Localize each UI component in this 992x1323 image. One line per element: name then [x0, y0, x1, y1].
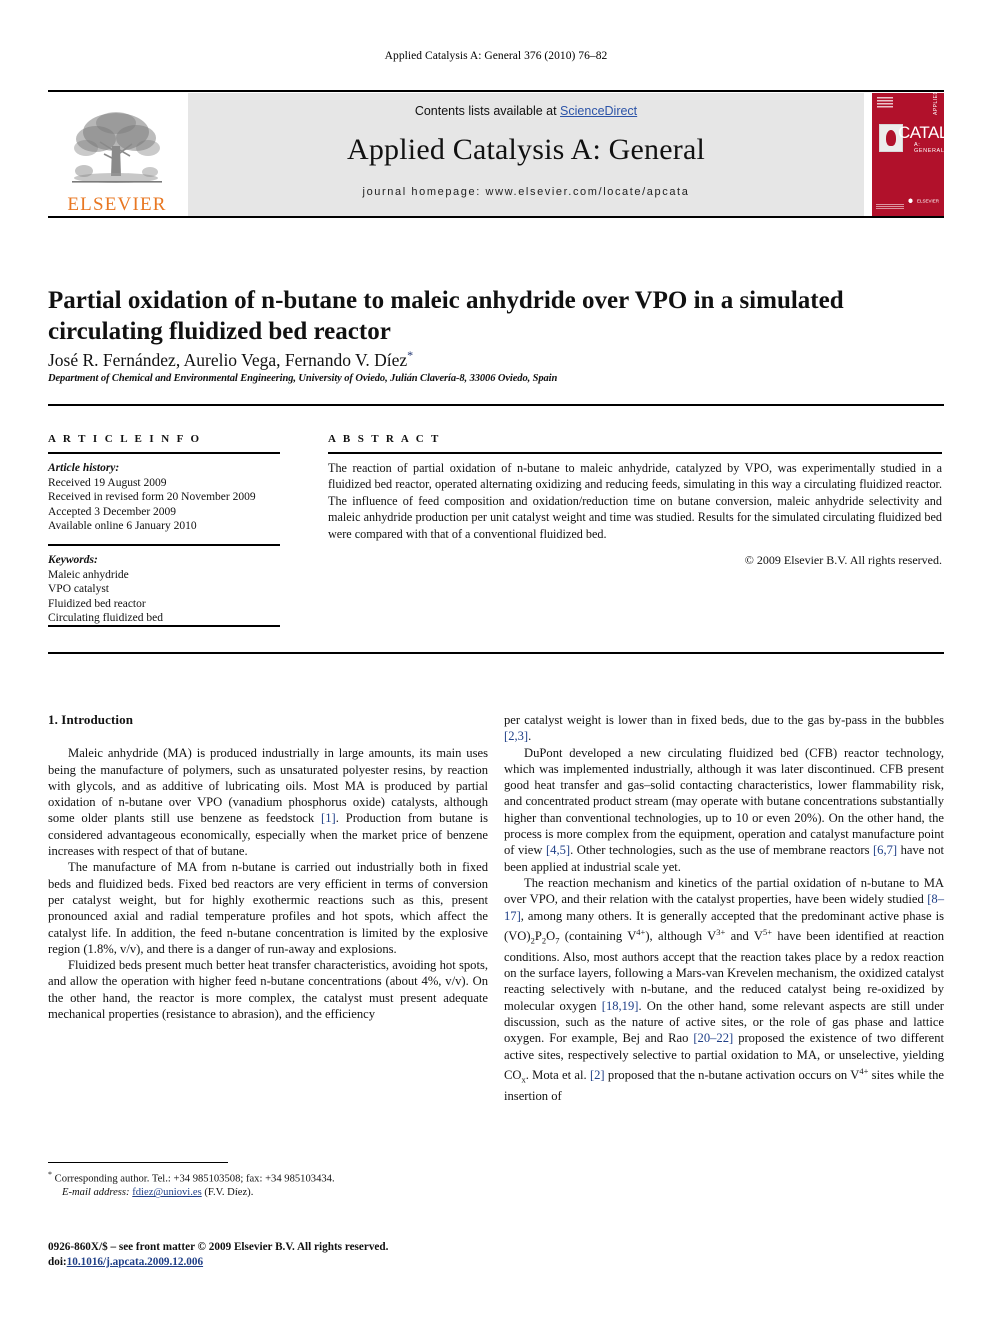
- cover-artwork: APPLIED CATALYSIS A: GENERAL ELSEVIER: [872, 93, 944, 216]
- body-column-left: 1. Introduction Maleic anhydride (MA) is…: [48, 712, 488, 1022]
- email-label: E-mail address:: [62, 1187, 130, 1199]
- paragraph: The manufacture of MA from n-butane is c…: [48, 860, 488, 956]
- cover-applied-label: APPLIED: [933, 93, 939, 115]
- paragraph: per catalyst weight is lower than in fix…: [504, 713, 944, 744]
- citation-ref[interactable]: [1]: [321, 811, 336, 825]
- history-item: Received in revised form 20 November 200…: [48, 491, 256, 503]
- doi-link[interactable]: 10.1016/j.apcata.2009.12.006: [67, 1256, 203, 1268]
- doi-line: doi:10.1016/j.apcata.2009.12.006: [48, 1255, 488, 1270]
- paragraph: Fluidized beds present much better heat …: [48, 958, 488, 1022]
- corresponding-author-marker: *: [407, 348, 414, 362]
- masthead-bottom-rule: [48, 216, 944, 218]
- paragraph: DuPont developed a new circulating fluid…: [504, 745, 944, 874]
- journal-title: Applied Catalysis A: General: [346, 133, 706, 166]
- article-history-label: Article history:: [48, 462, 120, 474]
- doi-label: doi:: [48, 1255, 67, 1268]
- citation-ref[interactable]: [8–17]: [504, 892, 944, 922]
- cover-tree-icon: [905, 197, 915, 205]
- citation-ref[interactable]: [18,19]: [602, 999, 639, 1013]
- history-item: Accepted 3 December 2009: [48, 505, 177, 518]
- corresponding-author-text: Corresponding author. Tel.: +34 98510350…: [54, 1173, 335, 1185]
- footnote-rule: [48, 1162, 228, 1163]
- elsevier-wordmark: ELSEVIER: [67, 194, 167, 215]
- keywords-rule: [48, 544, 280, 546]
- issn-line: 0926-860X/$ – see front matter © 2009 El…: [48, 1241, 389, 1253]
- cover-publisher-label: ELSEVIER: [905, 197, 939, 205]
- paper-page: Applied Catalysis A: General 376 (2010) …: [0, 0, 992, 1323]
- article-history: Article history: Received 19 August 2009…: [48, 461, 280, 534]
- abstract-rule: [328, 452, 942, 454]
- contents-line: Contents lists available at ScienceDirec…: [415, 104, 637, 118]
- citation-ref[interactable]: [4,5]: [546, 843, 570, 857]
- issn-doi-block: 0926-860X/$ – see front matter © 2009 El…: [48, 1240, 488, 1269]
- contents-prefix: Contents lists available at: [414, 104, 561, 118]
- abstract-heading: A B S T R A C T: [328, 433, 441, 445]
- footnote-block: * Corresponding author. Tel.: +34 985103…: [48, 1168, 488, 1200]
- keyword-item: Maleic anhydride: [48, 568, 129, 581]
- corresponding-author-note: * Corresponding author. Tel.: +34 985103…: [48, 1168, 488, 1186]
- keywords-block: Keywords: Maleic anhydride VPO catalyst …: [48, 553, 280, 626]
- email-note: E-mail address: fdiez@uniovi.es (F.V. Dí…: [48, 1186, 488, 1200]
- journal-band: Contents lists available at ScienceDirec…: [188, 93, 864, 216]
- affiliation: Department of Chemical and Environmental…: [48, 373, 558, 384]
- cover-masthead-lines: [877, 97, 893, 109]
- footnote-marker: *: [48, 1170, 52, 1179]
- cover-subtitle-label: A: GENERAL: [914, 142, 944, 154]
- running-head: Applied Catalysis A: General 376 (2010) …: [384, 50, 608, 62]
- info-section-top-rule: [48, 404, 944, 406]
- paragraph: Maleic anhydride (MA) is produced indust…: [48, 746, 488, 859]
- article-info-heading: A R T I C L E I N F O: [48, 433, 202, 445]
- journal-masthead: ELSEVIER Contents lists available at Sci…: [48, 90, 944, 218]
- keyword-item: Circulating fluidized bed: [48, 612, 163, 624]
- article-info-rule: [48, 452, 280, 454]
- history-item: Received 19 August 2009: [48, 476, 167, 489]
- journal-cover-thumbnail[interactable]: APPLIED CATALYSIS A: GENERAL ELSEVIER: [872, 93, 944, 216]
- email-owner: (F.V. Díez).: [204, 1187, 254, 1199]
- keyword-item: Fluidized bed reactor: [48, 597, 146, 610]
- copyright-line: © 2009 Elsevier B.V. All rights reserved…: [744, 553, 942, 567]
- paragraph: The reaction mechanism and kinetics of t…: [504, 875, 945, 1103]
- author-list: José R. Fernández, Aurelio Vega, Fernand…: [48, 345, 928, 370]
- email-link[interactable]: fdiez@uniovi.es: [132, 1187, 201, 1198]
- elsevier-tree-icon: [72, 112, 162, 183]
- citation-ref[interactable]: [2,3]: [504, 729, 528, 743]
- elsevier-logo: ELSEVIER: [48, 93, 186, 216]
- masthead-top-rule: [48, 90, 944, 92]
- keywords-label: Keywords:: [48, 554, 98, 566]
- cover-catalysis-label: CATALYSIS: [898, 123, 944, 142]
- citation-ref[interactable]: [20–22]: [693, 1031, 733, 1045]
- cover-bottom-lines: [876, 204, 904, 209]
- keyword-item: VPO catalyst: [48, 583, 110, 595]
- sciencedirect-link[interactable]: ScienceDirect: [560, 104, 637, 118]
- citation-ref[interactable]: [6,7]: [873, 843, 897, 857]
- citation-ref[interactable]: [2]: [590, 1068, 605, 1082]
- history-item: Available online 6 January 2010: [48, 520, 197, 532]
- abstract-text: The reaction of partial oxidation of n-b…: [328, 461, 942, 541]
- page-title: Partial oxidation of n-butane to maleic …: [48, 286, 844, 345]
- section-heading-introduction: 1. Introduction: [48, 712, 134, 727]
- body-column-right: per catalyst weight is lower than in fix…: [504, 712, 944, 1104]
- info-section-bottom-rule: [48, 652, 944, 654]
- author-names: José R. Fernández, Aurelio Vega, Fernand…: [48, 349, 408, 370]
- journal-homepage[interactable]: journal homepage: www.elsevier.com/locat…: [363, 186, 690, 198]
